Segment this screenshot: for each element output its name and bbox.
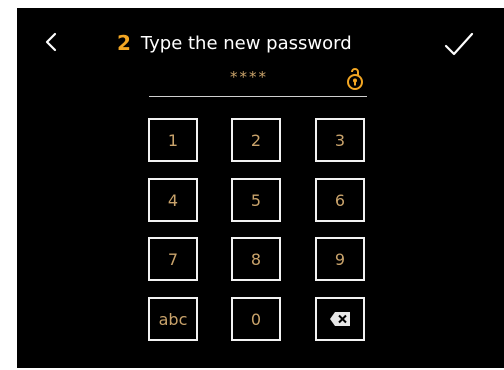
keypad-key-9[interactable]: 9 [315, 237, 365, 281]
keypad-key-0[interactable]: 0 [231, 297, 281, 341]
back-button[interactable] [39, 28, 63, 58]
keypad-key-7[interactable]: 7 [148, 237, 198, 281]
password-field[interactable]: **** [149, 64, 367, 97]
step-number: 2 [117, 31, 131, 55]
keypad-key-8[interactable]: 8 [231, 237, 281, 281]
keypad-key-4[interactable]: 4 [148, 178, 198, 222]
keypad-key-3[interactable]: 3 [315, 118, 365, 162]
keypad-key-6[interactable]: 6 [315, 178, 365, 222]
keypad-key-abc[interactable]: abc [148, 297, 198, 341]
chevron-left-icon [45, 32, 57, 52]
keypad-key-1[interactable]: 1 [148, 118, 198, 162]
checkmark-icon [444, 32, 474, 56]
password-screen: 2 Type the new password **** 1 2 3 4 5 6… [17, 8, 504, 368]
backspace-key[interactable] [315, 297, 365, 341]
page-title: 2 Type the new password [117, 28, 352, 58]
backspace-icon [330, 312, 350, 326]
confirm-button[interactable] [441, 28, 477, 62]
keypad-key-2[interactable]: 2 [231, 118, 281, 162]
key-lock-icon [347, 68, 363, 90]
keypad-key-5[interactable]: 5 [231, 178, 281, 222]
title-text: Type the new password [140, 32, 352, 54]
password-masked-value: **** [230, 68, 268, 86]
reveal-password-button[interactable] [345, 66, 365, 92]
